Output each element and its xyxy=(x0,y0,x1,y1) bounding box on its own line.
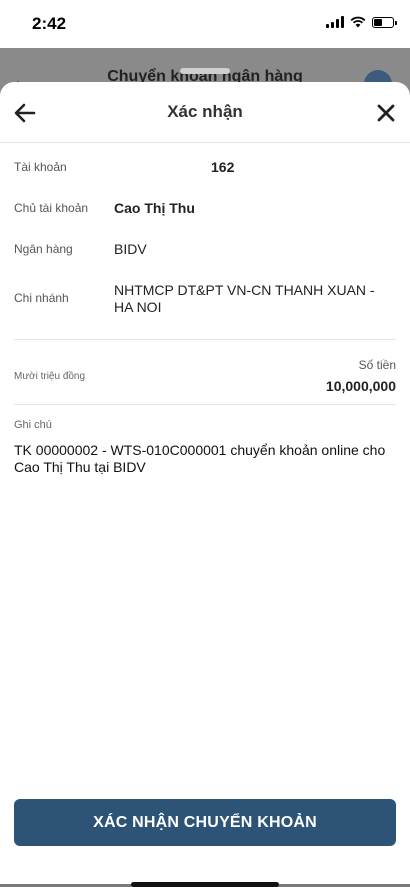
home-indicator xyxy=(131,882,279,887)
note-label: Ghi chú xyxy=(14,419,52,431)
sheet-grab-handle[interactable] xyxy=(180,68,230,74)
bank-value: BIDV xyxy=(114,241,147,257)
status-bar: 2:42 xyxy=(0,0,410,48)
confirmation-sheet: Xác nhận Tài khoản 162 Chủ tài khoản Cao… xyxy=(0,82,410,887)
branch-label: Chi nhánh xyxy=(14,291,69,305)
page-title: Xác nhận xyxy=(167,102,243,121)
status-icons xyxy=(326,16,397,28)
note-text: TK 00000002 - WTS-010C000001 chuyển khoả… xyxy=(14,442,386,475)
status-time: 2:42 xyxy=(32,14,67,33)
confirm-transfer-button[interactable]: XÁC NHẬN CHUYỂN KHOẢN xyxy=(14,799,396,846)
holder-label: Chủ tài khoản xyxy=(14,201,89,215)
close-icon[interactable] xyxy=(374,101,398,125)
amount-label: Số tiền xyxy=(358,358,396,372)
divider xyxy=(14,404,396,405)
amount-in-words: Mười triệu đồng xyxy=(14,371,86,382)
account-label: Tài khoản xyxy=(14,160,67,174)
sheet-header: Xác nhận xyxy=(0,82,410,143)
amount-value: 10,000,000 xyxy=(325,378,396,394)
wifi-icon xyxy=(350,16,366,28)
holder-value: Cao Thị Thu xyxy=(114,200,195,216)
branch-value: NHTMCP DT&PT VN-CN THANH XUAN - HA NOI xyxy=(114,282,375,315)
cellular-signal-icon xyxy=(326,16,344,28)
bank-label: Ngân hàng xyxy=(14,242,73,256)
account-value: 162 xyxy=(211,159,235,175)
battery-icon xyxy=(372,16,397,28)
divider xyxy=(14,339,396,340)
